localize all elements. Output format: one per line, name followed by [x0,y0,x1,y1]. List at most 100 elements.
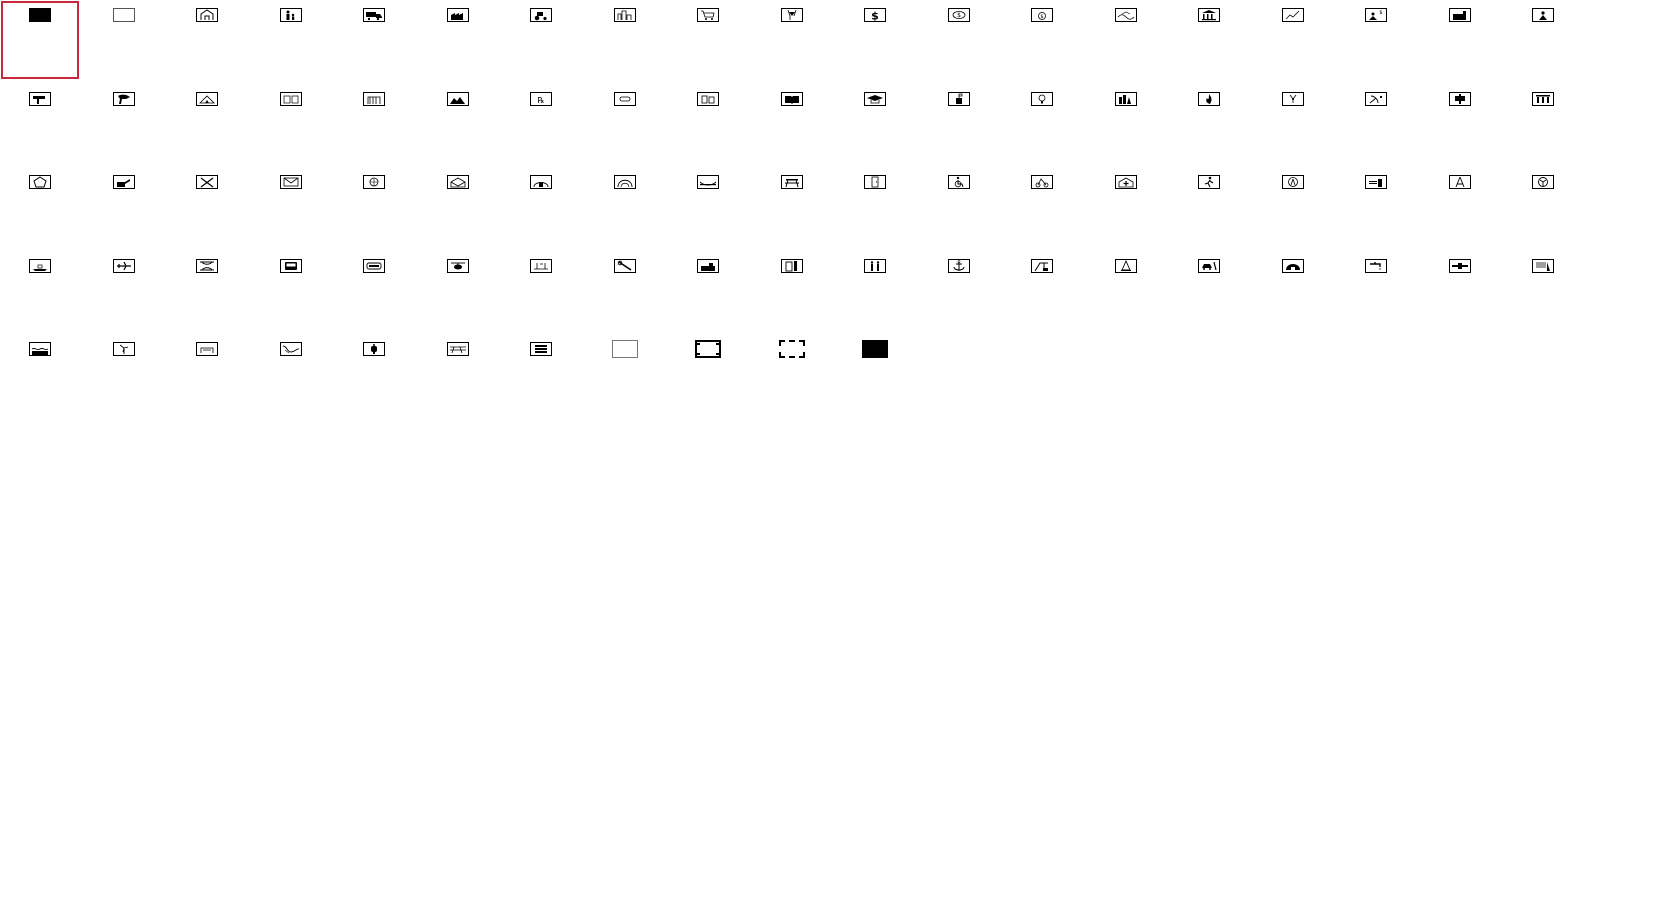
pattern-cell[interactable] [1,335,79,413]
pattern-cell[interactable] [669,168,747,246]
pattern-cell[interactable] [1421,168,1499,246]
dam-icon [1532,258,1554,273]
pattern-cell[interactable] [502,335,580,413]
pattern-cell[interactable] [85,1,163,79]
pattern-cell[interactable]: $ [1003,1,1081,79]
pattern-cell[interactable] [419,1,497,79]
pattern-cell[interactable] [85,252,163,330]
pattern-cell[interactable] [669,252,747,330]
pattern-cell[interactable] [1254,252,1332,330]
pattern-cell[interactable] [1087,252,1165,330]
pattern-cell[interactable] [753,1,831,79]
pattern-cell[interactable] [1003,168,1081,246]
pattern-cell[interactable] [1,168,79,246]
pattern-cell[interactable] [1337,168,1415,246]
runway-icon [530,258,552,273]
pattern-cell[interactable] [1,252,79,330]
pattern-cell[interactable] [920,252,998,330]
pattern-cell[interactable] [1087,168,1165,246]
money-bag-icon: $ [1031,8,1053,22]
pattern-cell[interactable] [419,168,497,246]
pattern-cell[interactable] [1003,252,1081,330]
pattern-cell[interactable] [335,335,413,413]
pattern-cell[interactable]: ℞ [502,85,580,163]
pattern-cell[interactable] [1087,85,1165,163]
pattern-cell[interactable] [252,1,330,79]
pattern-cell[interactable] [85,168,163,246]
pattern-cell[interactable] [586,1,664,79]
pattern-cell[interactable] [335,1,413,79]
pattern-cell[interactable] [920,168,998,246]
radiation-icon [1281,91,1304,106]
pattern-cell[interactable] [335,252,413,330]
cash-icon: $ [947,8,970,22]
pattern-cell[interactable] [502,1,580,79]
pattern-cell[interactable] [669,85,747,163]
pattern-cell[interactable] [1504,252,1582,330]
pattern-cell[interactable] [252,168,330,246]
pattern-cell[interactable] [252,85,330,163]
pattern-cell[interactable] [836,168,914,246]
pattern-cell[interactable] [168,168,246,246]
pattern-cell[interactable] [1504,1,1582,79]
fill-pattern-palette: $ $ $ $ ℞ [0,0,1653,918]
pattern-cell[interactable] [335,85,413,163]
pattern-cell[interactable] [85,85,163,163]
bridge-arch-icon [196,258,218,273]
pattern-cell[interactable] [920,85,998,163]
pattern-cell[interactable] [419,335,497,413]
pattern-cell[interactable] [1170,168,1248,246]
pattern-cell[interactable] [836,252,914,330]
pattern-cell[interactable] [836,85,914,163]
pattern-cell[interactable] [753,85,831,163]
compass-icon [1448,175,1471,189]
pattern-cell[interactable] [753,252,831,330]
hiker-icon [1198,175,1220,189]
pattern-cell[interactable] [168,252,246,330]
pattern-cell[interactable]: $ [920,1,998,79]
pattern-cell[interactable] [419,252,497,330]
river-icon [279,342,302,356]
pattern-cell[interactable] [1421,85,1499,163]
pattern-cell[interactable] [1170,252,1248,330]
pattern-cell[interactable] [1170,1,1248,79]
pattern-cell[interactable] [1,85,79,163]
pattern-cell[interactable] [1170,85,1248,163]
pattern-cell[interactable] [1003,85,1081,163]
pattern-cell[interactable] [753,168,831,246]
pattern-cell[interactable] [1504,85,1582,163]
pattern-cell[interactable] [669,335,747,413]
pattern-cell[interactable] [586,335,664,413]
pattern-cell[interactable] [1421,252,1499,330]
pattern-cell[interactable] [1254,1,1332,79]
pharmacy-icon: ℞ [530,91,552,106]
pattern-cell[interactable] [502,168,580,246]
pattern-cell[interactable] [252,252,330,330]
pattern-cell[interactable] [168,1,246,79]
pattern-cell[interactable] [1337,252,1415,330]
pattern-cell[interactable] [168,85,246,163]
pattern-cell[interactable] [252,335,330,413]
pattern-cell[interactable] [586,252,664,330]
pattern-cell[interactable] [1254,168,1332,246]
pattern-cell[interactable] [1087,1,1165,79]
pattern-cell[interactable] [1,1,79,79]
pattern-cell[interactable] [753,335,831,413]
pattern-cell[interactable]: $ [1337,1,1415,79]
pattern-cell[interactable] [1337,85,1415,163]
graduation-cap-icon [864,91,886,106]
pattern-cell[interactable] [836,335,914,413]
pattern-cell[interactable] [1504,168,1582,246]
pattern-cell[interactable] [502,252,580,330]
cargo-icon [697,258,719,273]
pattern-cell[interactable] [85,335,163,413]
pattern-cell[interactable] [586,85,664,163]
pattern-cell[interactable] [168,335,246,413]
pattern-cell[interactable] [419,85,497,163]
pattern-cell[interactable] [669,1,747,79]
pattern-cell[interactable] [335,168,413,246]
pattern-cell[interactable] [1254,85,1332,163]
pattern-cell[interactable] [586,168,664,246]
pattern-cell[interactable] [1421,1,1499,79]
pattern-cell[interactable]: $ [836,1,914,79]
